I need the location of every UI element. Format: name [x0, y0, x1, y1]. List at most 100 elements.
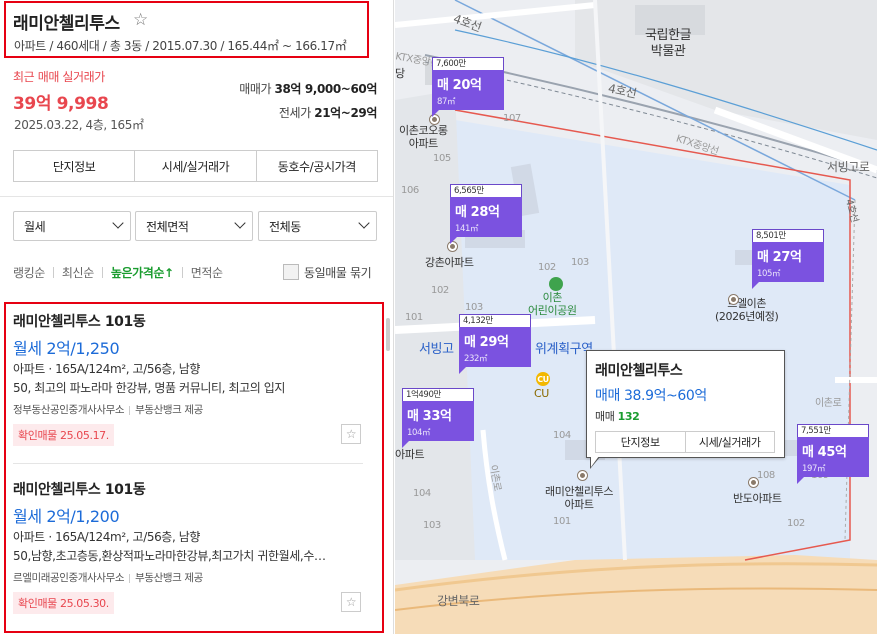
apartment-pin-icon[interactable] [729, 295, 738, 304]
building-number: 103 [423, 520, 441, 531]
marker-unit-price: 6,565만 [450, 184, 522, 198]
marker-unit-price: 8,501만 [752, 229, 824, 243]
marker-unit-price: 1억490만 [402, 388, 474, 402]
same-listing-label[interactable]: 동일매물 묶기 [304, 264, 372, 281]
building-number: 103 [465, 302, 483, 313]
sale-price-range: 매매가 38억 9,000~60억 [239, 80, 377, 97]
sort-latest[interactable]: 최신순 [62, 264, 94, 281]
complex-summary: 아파트 / 460세대 / 총 3동 / 2015.07.30 / 165.44… [14, 39, 347, 53]
popup-price-button[interactable]: 시세/실거래가 [686, 432, 775, 452]
marker-unit-price: 7,600만 [432, 57, 504, 71]
tab-unit-public-price[interactable]: 동호수/공시가격 [257, 151, 377, 181]
marker-tail [450, 236, 458, 244]
marker-area: 232㎡ [464, 354, 488, 364]
provider-name: 부동산뱅크 제공 [135, 404, 203, 416]
popup-count: 매매 132 [595, 408, 640, 424]
marker-unit-price: 7,551만 [797, 424, 869, 438]
complex-popup[interactable]: 래미안첼리투스 매매 38.9억~60억 매매 132 단지정보 시세/실거래가 [586, 350, 785, 458]
price-marker[interactable]: 8,501만 매 27억 105㎡ [752, 229, 824, 289]
trade-type-value: 월세 [24, 219, 46, 234]
price-marker[interactable]: 6,565만 매 28억 141㎡ [450, 184, 522, 244]
building-number: 105 [433, 153, 451, 164]
park-icon [549, 277, 563, 291]
building-number: 102 [538, 262, 556, 273]
star-icon[interactable]: ☆ [341, 592, 361, 612]
price-marker[interactable]: 1억490만 매 33억 104㎡ [402, 388, 474, 448]
favorite-star-icon[interactable]: ☆ [133, 10, 148, 30]
scrollbar[interactable] [386, 318, 390, 351]
star-icon[interactable]: ☆ [341, 424, 361, 444]
price-marker[interactable]: 7,551만 매 45억 197㎡ [797, 424, 869, 484]
confirmed-badge: 확인매물 25.05.30. [13, 592, 114, 614]
marker-area: 197㎡ [802, 464, 826, 474]
listing-agent-row: 정부동산공인중개사사무소 부동산뱅크 제공 [13, 402, 203, 417]
complex-name: 래미안첼리투스 [13, 14, 120, 34]
price-marker[interactable]: 4,132만 매 29억 232㎡ [459, 314, 531, 374]
map-label-seobinggo: 서빙고 [419, 342, 454, 357]
marker-area: 104㎡ [407, 428, 431, 438]
sort-ranking[interactable]: 랭킹순 [13, 264, 45, 281]
area-select[interactable]: 전체면적 [135, 211, 253, 241]
chevron-down-icon [234, 217, 246, 229]
popup-tail-inner [591, 456, 599, 467]
building-number: 102 [431, 285, 449, 296]
map-label-gangbyeon: 강변북로 [437, 594, 480, 608]
listing-desc: 50,남향,초고층동,환상적파노라마한강뷰,최고가치 귀한월세,수… [13, 549, 326, 563]
building-number: 104 [553, 430, 571, 441]
trade-type-select[interactable]: 월세 [13, 211, 131, 241]
popup-buttons: 단지정보 시세/실거래가 [595, 431, 775, 453]
popup-sale-range: 매매 38.9억~60억 [595, 388, 707, 404]
complex-tabs: 단지정보 시세/실거래가 동호수/공시가격 [13, 150, 378, 182]
agent-name[interactable]: 정부동산공인중개사사무소 [13, 404, 125, 416]
popup-info-button[interactable]: 단지정보 [596, 432, 686, 452]
tab-complex-info[interactable]: 단지정보 [14, 151, 136, 181]
listing-spec: 아파트 · 165A/124m², 고/56층, 남향 [13, 530, 201, 544]
provider-name: 부동산뱅크 제공 [135, 572, 203, 584]
map-label-wigye: 위계획구역 [535, 342, 593, 357]
marker-tail [432, 109, 440, 117]
building-number: 101 [405, 312, 423, 323]
apartment-pin-icon[interactable] [749, 478, 758, 487]
map-label-apt-short: 아파트 [395, 448, 425, 461]
map-view[interactable]: 국립한글 박물관 4호선 4호선 KTX중앙선 KTX중앙선 서빙고로 4호선 … [395, 0, 877, 634]
confirmed-badge: 확인매물 25.05.17. [13, 424, 114, 446]
marker-tail [752, 281, 760, 289]
sort-high-price[interactable]: 높은가격순↑ [111, 264, 174, 281]
marker-tail [402, 440, 410, 448]
map-label-seobinggo-ro: 서빙고로 [827, 160, 870, 174]
map-label-gangchon: 강촌아파트 [425, 256, 474, 269]
map-label-museum: 국립한글 박물관 [645, 28, 692, 59]
map-label-ichon-ro: 이촌로 [815, 398, 842, 409]
chevron-down-icon [112, 217, 124, 229]
listing-name: 래미안첼리투스 101동 [13, 482, 146, 498]
map-label-cu: CU [534, 387, 549, 400]
map-label-ichon-kolon: 이촌코오롱 아파트 [399, 124, 448, 151]
marker-tail [797, 476, 805, 484]
recent-trade-detail: 2025.03.22, 4층, 165㎡ [14, 118, 144, 132]
popup-count-value: 132 [617, 410, 640, 423]
jeonse-price-value: 21억~29억 [314, 106, 377, 120]
recent-trade-label: 최근 매매 실거래가 [13, 70, 105, 84]
listing-price: 월세 2억/1,200 [13, 507, 120, 526]
map-label-bando: 반도아파트 [733, 492, 782, 505]
same-listing-checkbox[interactable] [283, 264, 299, 280]
agent-name[interactable]: 르엘미래공인중개사사무소 [13, 572, 125, 584]
divider [13, 463, 363, 464]
marker-area: 87㎡ [437, 97, 456, 107]
price-marker[interactable]: 7,600만 매 20억 87㎡ [432, 57, 504, 117]
divider [101, 267, 103, 278]
marker-price: 매 27억 [757, 250, 802, 265]
listing-desc: 50, 최고의 파노라마 한강뷰, 명품 커뮤니티, 최고의 입지 [13, 381, 286, 395]
building-number: 104 [413, 488, 431, 499]
listing-name: 래미안첼리투스 101동 [13, 314, 146, 330]
dong-select[interactable]: 전체동 [258, 211, 377, 241]
building-number: 101 [553, 516, 571, 527]
building-number: 106 [401, 185, 419, 196]
marker-price: 매 29억 [464, 335, 509, 350]
listing-spec: 아파트 · 165A/124m², 고/56층, 남향 [13, 362, 201, 376]
divider [181, 267, 183, 278]
apartment-pin-icon[interactable] [578, 471, 587, 480]
sort-area[interactable]: 면적순 [191, 264, 223, 281]
sort-options: 랭킹순 최신순 높은가격순↑ 면적순 [13, 264, 223, 281]
tab-price-history[interactable]: 시세/실거래가 [135, 151, 257, 181]
